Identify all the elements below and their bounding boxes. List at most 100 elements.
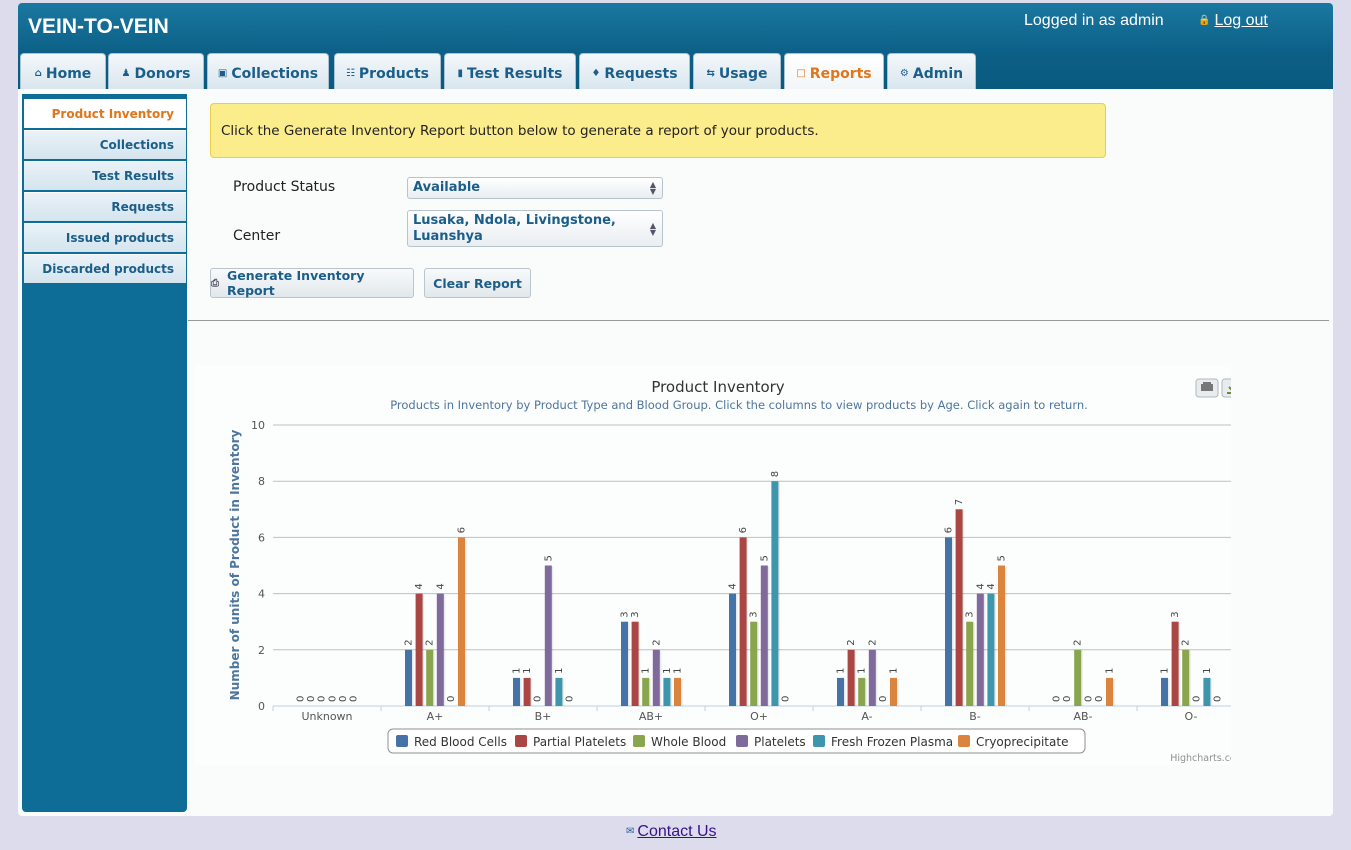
bar-value-label: 3	[630, 611, 641, 617]
bar[interactable]	[631, 621, 639, 706]
y-axis-ticks: 0 2 4 6 8 10	[251, 419, 265, 713]
bar[interactable]	[1171, 621, 1179, 706]
bar-value-label: 8	[770, 471, 781, 477]
bar[interactable]	[405, 649, 412, 706]
bar[interactable]	[760, 565, 768, 707]
sidebar-item-requests[interactable]: Requests	[24, 192, 186, 221]
tab-collections[interactable]: ▣ Collections	[207, 53, 329, 89]
legend-swatch[interactable]	[958, 735, 970, 747]
download-button[interactable]	[1221, 378, 1245, 398]
bar[interactable]	[523, 677, 531, 706]
bar[interactable]	[621, 621, 628, 706]
legend-item[interactable]: Cryoprecipitate	[976, 735, 1068, 749]
bar-value-label: 1	[836, 668, 847, 674]
legend-swatch[interactable]	[396, 735, 408, 747]
bar[interactable]	[513, 677, 520, 706]
bar[interactable]	[1074, 649, 1082, 706]
x-tick-label: AB-	[1073, 710, 1092, 723]
bar[interactable]	[1203, 677, 1211, 706]
bar[interactable]	[987, 593, 995, 706]
legend-item[interactable]: Partial Platelets	[533, 735, 626, 749]
legend-item[interactable]: Whole Blood	[651, 735, 726, 749]
tab-requests[interactable]: ♦ Requests	[579, 53, 690, 89]
tab-reports[interactable]: □ Reports	[784, 53, 884, 89]
chart-subtitle: Products in Inventory by Product Type an…	[390, 398, 1088, 412]
bar-value-label: 0	[1213, 696, 1224, 702]
legend-item[interactable]: Red Blood Cells	[414, 735, 507, 749]
main-tabs: ⌂ Home ♟ Donors ▣ Collections ☷ Products ▮ Te…	[18, 53, 1333, 89]
contact-us-link[interactable]: ✉ Contact Us	[626, 823, 717, 841]
bar[interactable]	[966, 621, 974, 706]
tab-test-results[interactable]: ▮ Test Results	[444, 53, 576, 89]
bar-value-label: 1	[512, 668, 523, 674]
select-arrows-icon: ▲ ▼	[649, 180, 656, 196]
bar[interactable]	[890, 677, 897, 706]
bar[interactable]	[555, 677, 563, 706]
tab-admin[interactable]: ⚙ Admin	[887, 53, 976, 89]
bar-value-label: 0	[1052, 696, 1063, 702]
x-tick-label: O-	[1185, 710, 1198, 723]
legend-swatch[interactable]	[515, 735, 527, 747]
bar-value-label: 0	[1094, 696, 1105, 702]
app-window: VEIN-TO-VEIN Logged in as admin 🔒 Log out…	[18, 3, 1333, 816]
product-status-select[interactable]: Available ▲ ▼	[407, 177, 663, 199]
bar[interactable]	[750, 621, 758, 706]
print-button[interactable]	[1195, 378, 1219, 398]
bar[interactable]	[1182, 649, 1190, 706]
bar-value-label: 0	[533, 696, 544, 702]
header: VEIN-TO-VEIN Logged in as admin 🔒 Log out…	[18, 3, 1333, 89]
bar-value-label: 0	[317, 696, 328, 702]
envelope-icon: ✉	[626, 826, 635, 837]
login-status: Logged in as admin	[1024, 12, 1164, 29]
bar[interactable]	[652, 649, 660, 706]
tab-products[interactable]: ☷ Products	[334, 53, 441, 89]
tab-donors[interactable]: ♟ Donors	[108, 53, 204, 89]
bar-value-label: 4	[986, 583, 997, 589]
bar-value-label: 0	[878, 696, 889, 702]
bar[interactable]	[771, 481, 779, 706]
bar[interactable]	[1161, 677, 1168, 706]
generate-report-button[interactable]: ⎙ Generate Inventory Report	[210, 268, 414, 298]
sidebar-item-product-inventory[interactable]: Product Inventory	[24, 99, 186, 128]
sidebar-item-issued-products[interactable]: Issued products	[24, 223, 186, 252]
tab-usage[interactable]: ⇆ Usage	[693, 53, 781, 89]
sidebar-item-collections[interactable]: Collections	[24, 130, 186, 159]
inventory-chart: Product Inventory Products in Inventory …	[195, 365, 1246, 765]
bar[interactable]	[729, 593, 736, 706]
legend-swatch[interactable]	[736, 735, 748, 747]
bar[interactable]	[739, 537, 747, 706]
bar[interactable]	[868, 649, 876, 706]
bar-value-label: 2	[404, 639, 415, 645]
chart-title: Product Inventory	[651, 378, 784, 396]
bar[interactable]	[998, 565, 1005, 707]
bar[interactable]	[945, 537, 952, 706]
bar-value-label: 0	[781, 696, 792, 702]
bar[interactable]	[642, 677, 650, 706]
bar[interactable]	[436, 593, 444, 706]
tab-home[interactable]: ⌂ Home	[20, 53, 106, 89]
sidebar-item-discarded-products[interactable]: Discarded products	[24, 254, 186, 283]
clear-report-button[interactable]: Clear Report	[424, 268, 531, 298]
legend-swatch[interactable]	[633, 735, 645, 747]
center-select[interactable]: Lusaka, Ndola, Livingstone, Luanshya ▲ ▼	[407, 210, 663, 247]
legend-swatch[interactable]	[813, 735, 825, 747]
logout-link[interactable]: 🔒 Log out	[1198, 12, 1268, 30]
bar[interactable]	[955, 509, 963, 706]
bar[interactable]	[837, 677, 844, 706]
sidebar-item-test-results[interactable]: Test Results	[24, 161, 186, 190]
bar[interactable]	[544, 565, 552, 707]
bar[interactable]	[663, 677, 671, 706]
bar[interactable]	[976, 593, 984, 706]
bar[interactable]	[847, 649, 855, 706]
bar[interactable]	[415, 593, 423, 706]
brand-title: VEIN-TO-VEIN	[28, 15, 169, 38]
bar[interactable]	[1106, 677, 1113, 706]
bar[interactable]	[858, 677, 866, 706]
bar[interactable]	[426, 649, 434, 706]
legend-item[interactable]: Platelets	[754, 735, 806, 749]
chart-legend[interactable]: Red Blood Cells Partial Platelets Whole Bl…	[387, 728, 1086, 754]
bar[interactable]	[458, 537, 465, 706]
home-icon: ⌂	[34, 68, 42, 79]
legend-item[interactable]: Fresh Frozen Plasma	[831, 735, 953, 749]
bar[interactable]	[674, 677, 681, 706]
